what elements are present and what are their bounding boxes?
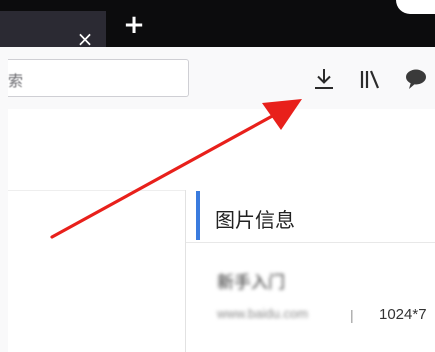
panel-title: 图片信息 [215, 208, 295, 232]
image-info-panel: 图片信息 新手入门 www.baidu.com | 1024*7 [185, 190, 435, 352]
search-input[interactable]: 索 [0, 59, 189, 97]
download-icon[interactable] [312, 67, 336, 91]
speech-bubble-icon[interactable] [404, 67, 428, 91]
panel-header: 图片信息 [186, 190, 435, 243]
tab-strip-corner [396, 0, 435, 14]
window-left-edge [0, 47, 8, 352]
panel-accent-bar [196, 191, 200, 240]
image-item-meta: www.baidu.com | 1024*7 [217, 304, 435, 326]
library-icon[interactable] [358, 67, 382, 91]
content-divider [8, 190, 185, 191]
image-item-url[interactable]: www.baidu.com [217, 306, 308, 321]
close-tab-icon[interactable]: × [75, 29, 95, 49]
search-placeholder: 索 [8, 72, 24, 90]
tab-strip: × + [0, 0, 435, 49]
meta-divider: | [350, 307, 354, 323]
navigation-toolbar: 索 [0, 47, 435, 109]
image-item-name[interactable]: 新手入门 [217, 268, 285, 293]
active-tab[interactable]: × [0, 11, 106, 49]
new-tab-button[interactable]: + [122, 12, 146, 38]
image-item-size: 1024*7 [379, 306, 427, 323]
